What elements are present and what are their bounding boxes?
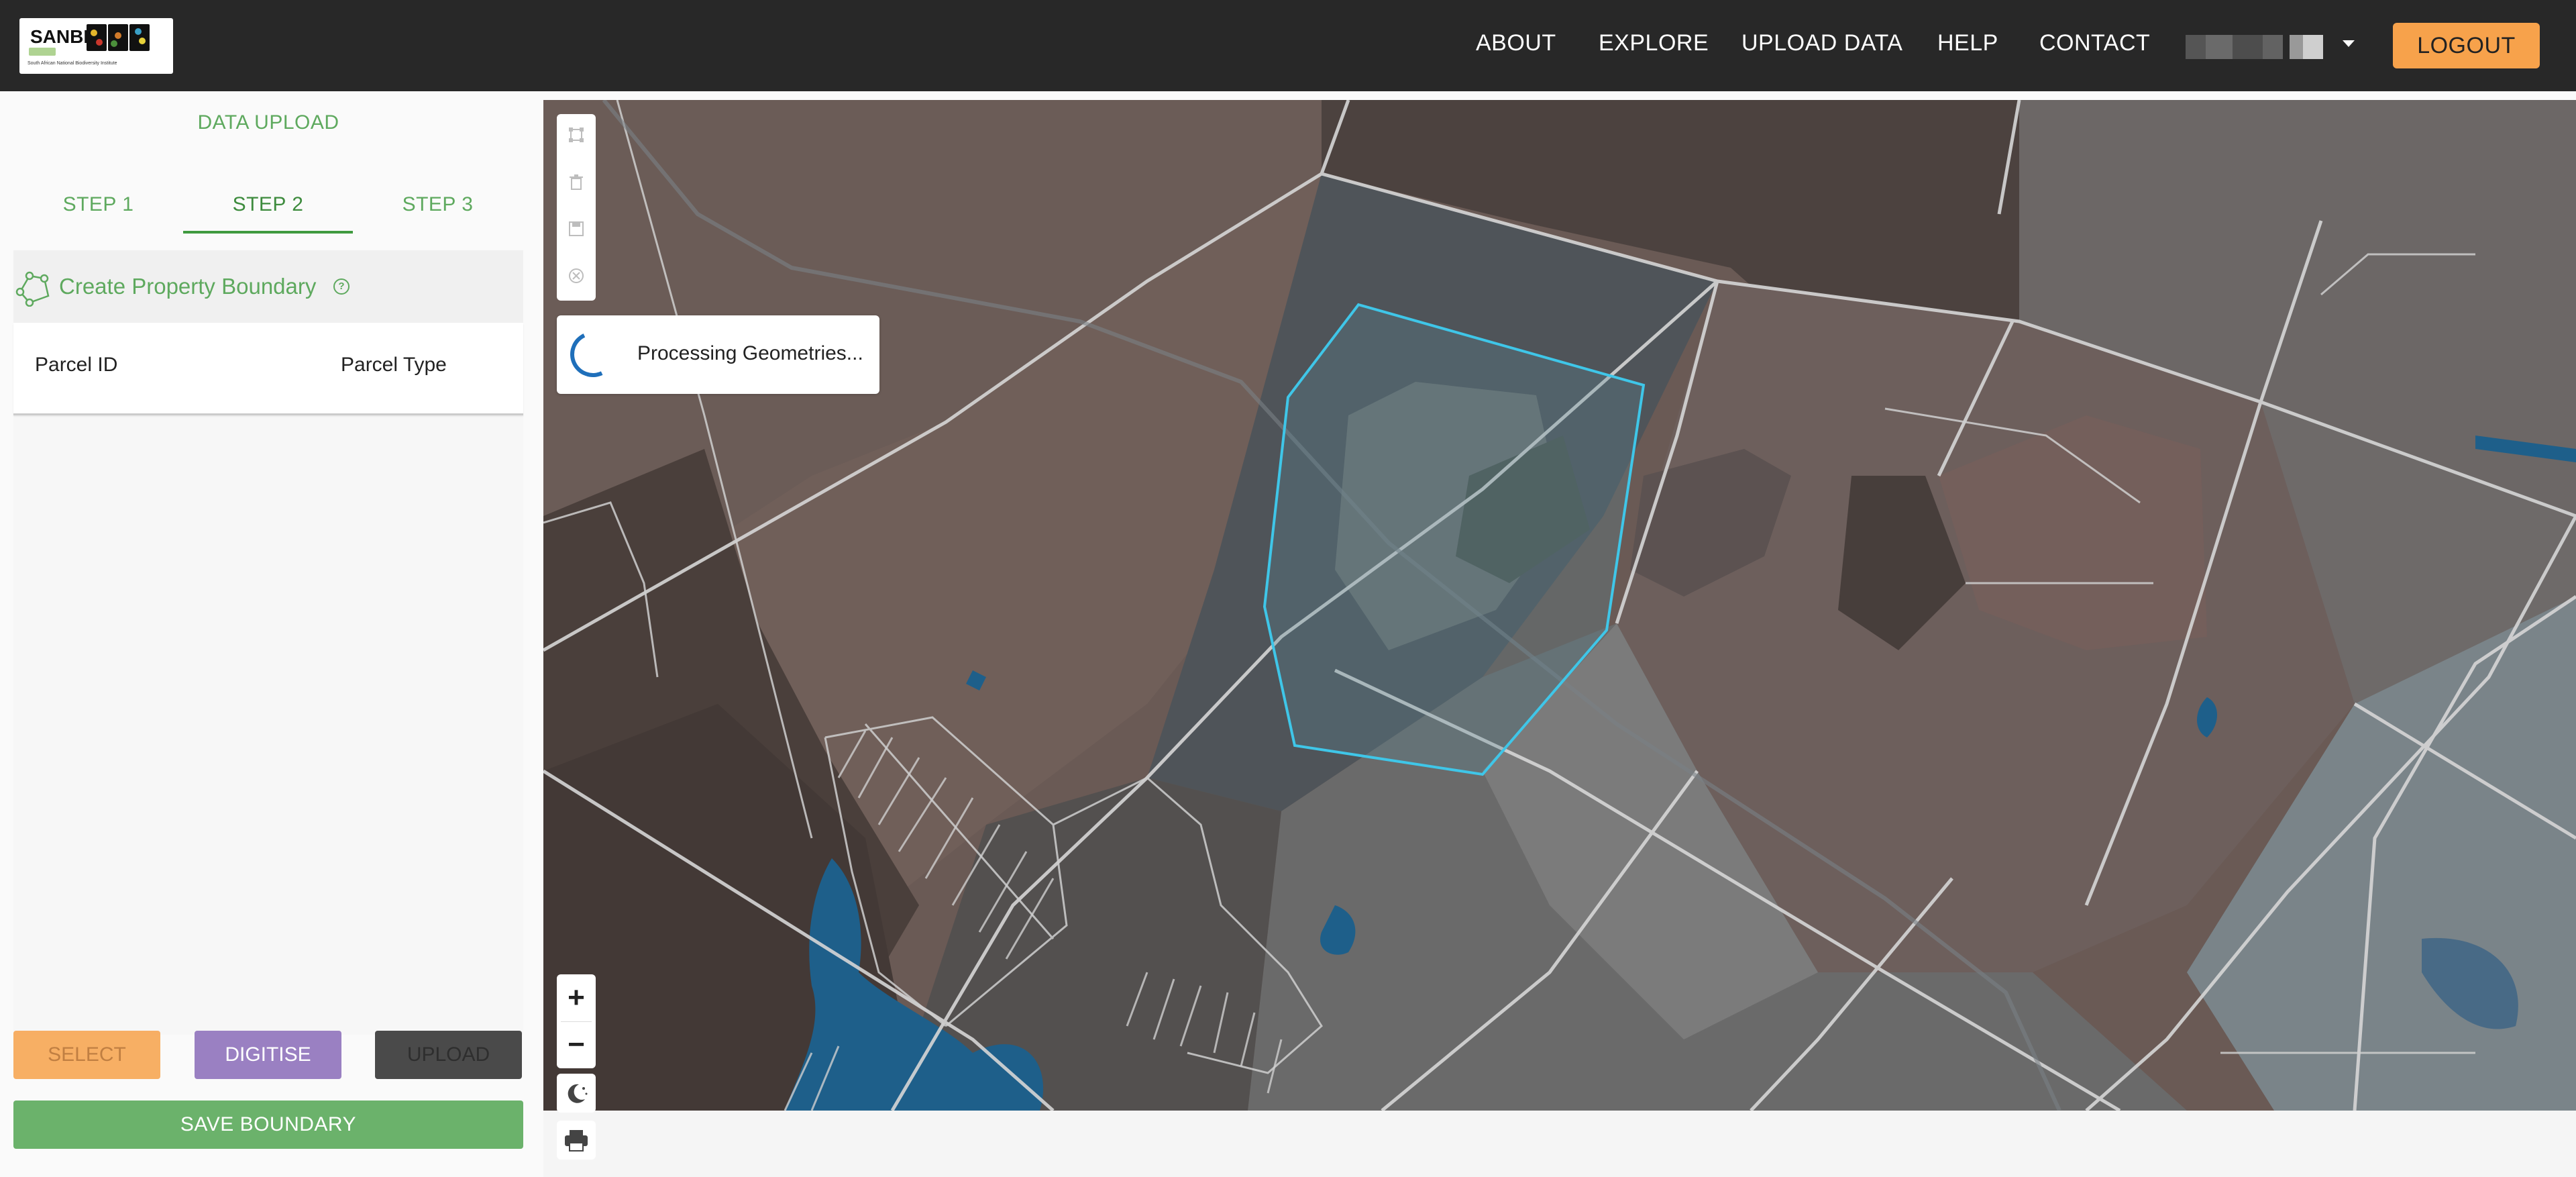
nav-help[interactable]: HELP — [1937, 30, 1998, 56]
map-layers — [543, 100, 2576, 1111]
panel-title: DATA UPLOAD — [197, 111, 339, 134]
data-upload-panel: DATA UPLOAD STEP 1 STEP 2 STEP 3 Create … — [0, 91, 543, 1177]
zoom-out-button[interactable]: − — [557, 1021, 596, 1068]
top-navbar: SANBI South African National Biodiversit… — [0, 0, 2576, 91]
step-tabs: STEP 1 STEP 2 STEP 3 — [13, 185, 523, 234]
basemap-toggle-button[interactable] — [557, 1074, 596, 1113]
logo-text: SANBI — [30, 26, 89, 47]
zoom-in-button[interactable]: + — [557, 974, 596, 1021]
digitise-button[interactable]: DIGITISE — [195, 1031, 341, 1079]
cancel-icon[interactable] — [568, 267, 585, 285]
draw-toolbar — [557, 114, 596, 301]
tab-step-3[interactable]: STEP 3 — [353, 185, 523, 234]
moon-icon — [568, 1084, 588, 1103]
nav-upload-data[interactable]: UPLOAD DATA — [1741, 30, 1902, 56]
user-menu-caret-icon[interactable] — [2343, 40, 2355, 47]
map-canvas[interactable] — [543, 100, 2576, 1111]
loading-spinner-icon — [564, 325, 623, 384]
map-footer-strip — [543, 1111, 2576, 1177]
logo-tagline-mark — [29, 48, 56, 56]
tab-step-1[interactable]: STEP 1 — [13, 185, 183, 234]
sanbi-logo[interactable]: SANBI South African National Biodiversit… — [19, 18, 173, 74]
parcel-table-body — [13, 417, 523, 1035]
column-header-parcel-id[interactable]: Parcel ID — [35, 354, 117, 376]
select-button[interactable]: SELECT — [13, 1031, 160, 1079]
column-header-parcel-type[interactable]: Parcel Type — [341, 354, 447, 376]
parcel-table-header: Parcel ID Parcel Type — [13, 323, 523, 415]
processing-message: Processing Geometries... — [637, 342, 863, 364]
nav-about[interactable]: ABOUT — [1476, 30, 1556, 56]
create-property-boundary-header: Create Property Boundary ? — [13, 250, 523, 323]
logo-subtitle: South African National Biodiversity Inst… — [28, 61, 117, 66]
polygon-draw-icon — [15, 271, 50, 307]
nav-explore[interactable]: EXPLORE — [1599, 30, 1709, 56]
save-icon[interactable] — [568, 220, 585, 238]
upload-button[interactable]: UPLOAD — [375, 1031, 522, 1079]
user-menu[interactable] — [2186, 35, 2333, 59]
zoom-controls: + − — [557, 974, 596, 1068]
draw-rectangle-icon[interactable] — [568, 126, 585, 144]
nav-contact[interactable]: CONTACT — [2039, 30, 2150, 56]
save-boundary-button[interactable]: SAVE BOUNDARY — [13, 1101, 523, 1149]
tab-step-2[interactable]: STEP 2 — [183, 185, 353, 234]
trash-icon[interactable] — [568, 173, 585, 191]
printer-icon — [565, 1130, 588, 1152]
logo-tiles — [87, 24, 150, 51]
help-icon[interactable]: ? — [333, 278, 350, 295]
create-property-boundary-label: Create Property Boundary — [59, 274, 317, 299]
print-button[interactable] — [557, 1121, 596, 1160]
processing-toast: Processing Geometries... — [557, 315, 879, 394]
logout-button[interactable]: LOGOUT — [2393, 23, 2540, 68]
